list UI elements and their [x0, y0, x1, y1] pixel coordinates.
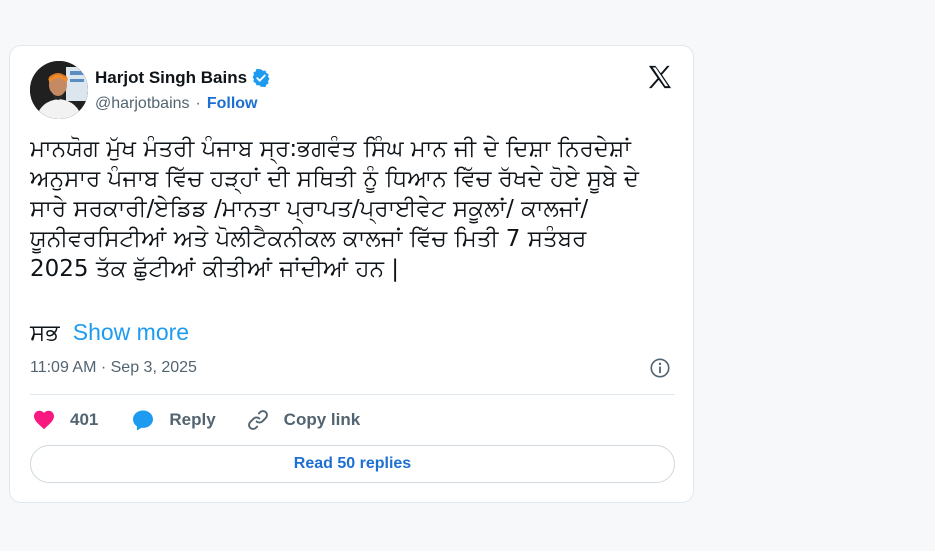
divider: [30, 394, 675, 395]
like-count: 401: [70, 410, 99, 429]
tweet-line: ਅਨੁਸਾਰ ਪੰਜਾਬ ਵਿੱਚ ਹੜ੍ਹਾਂ ਦੀ ਸਥਿਤੀ ਨੂੰ ਧਿ…: [30, 166, 639, 192]
tweet-text: ਮਾਨਯੋਗ ਮੁੱਖ ਮੰਤਰੀ ਪੰਜਾਬ ਸ੍ਰ:ਭਗਵੰਤ ਸਿੰਘ ਮ…: [30, 134, 680, 284]
reply-label: Reply: [169, 410, 216, 429]
author-block: Harjot Singh Bains @harjotbains · Follow: [95, 67, 271, 113]
show-more-row: ਸਭ Show more: [30, 317, 189, 348]
info-icon[interactable]: [649, 357, 671, 379]
copy-link-button[interactable]: Copy link: [246, 408, 361, 432]
tweet-timestamp[interactable]: 11:09 AM · Sep 3, 2025: [30, 359, 197, 377]
copy-link-label: Copy link: [283, 410, 361, 429]
tweet-line: ਸਾਰੇ ਸਰਕਾਰੀ/ਏਡਿਡ /ਮਾਨਤਾ ਪ੍ਰਾਪਤ/ਪ੍ਰਾਈਵੇਟ …: [30, 196, 589, 222]
follow-button[interactable]: Follow: [207, 95, 258, 113]
read-replies-button[interactable]: Read 50 replies: [30, 445, 675, 483]
tweet-line: ਮਾਨਯੋਗ ਮੁੱਖ ਮੰਤਰੀ ਪੰਜਾਬ ਸ੍ਰ:ਭਗਵੰਤ ਸਿੰਘ ਮ…: [30, 136, 631, 162]
action-bar: 401 Reply Copy link: [32, 408, 360, 432]
avatar[interactable]: [30, 61, 88, 119]
reply-button[interactable]: Reply: [131, 408, 216, 432]
author-name[interactable]: Harjot Singh Bains: [95, 68, 247, 88]
tweet-line: 2025 ਤੱਕ ਛੁੱਟੀਆਂ ਕੀਤੀਆਂ ਜਾਂਦੀਆਂ ਹਨ |: [30, 256, 400, 282]
link-icon: [246, 408, 270, 432]
like-button[interactable]: 401: [32, 408, 98, 432]
heart-icon: [32, 408, 56, 432]
author-handle[interactable]: @harjotbains: [95, 95, 190, 113]
verified-badge-icon: [251, 68, 271, 88]
show-more-link[interactable]: Show more: [73, 319, 189, 345]
tweet-card: Harjot Singh Bains @harjotbains · Follow…: [9, 45, 694, 503]
truncated-text: ਸਭ: [30, 320, 60, 346]
tweet-line: ਯੂਨੀਵਰਸਿਟੀਆਂ ਅਤੇ ਪੋਲੀਟੈਕਨੀਕਲ ਕਾਲਜਾਂ ਵਿੱਚ…: [30, 226, 587, 252]
separator: ·: [195, 95, 201, 112]
x-logo-icon[interactable]: [646, 63, 674, 91]
reply-bubble-icon: [131, 408, 155, 432]
